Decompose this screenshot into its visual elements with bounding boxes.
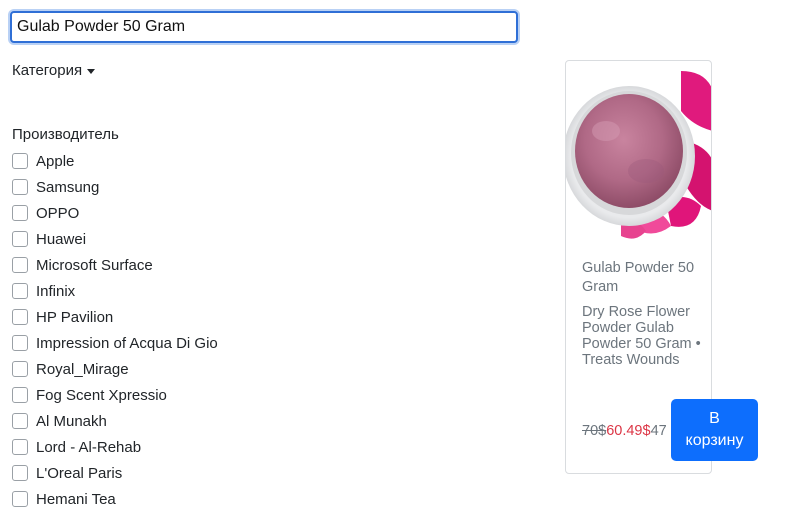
brand-filter-item[interactable]: Royal_Mirage [12,356,218,382]
brand-filter-item[interactable]: Samsung [12,174,218,200]
brand-label: Impression of Acqua Di Gio [36,334,218,352]
product-description: Dry Rose Flower Powder Gulab Powder 50 G… [582,304,701,368]
brand-label: Al Munakh [36,412,107,430]
brand-filter-list: Apple Samsung OPPO Huawei Microsoft Surf… [12,148,218,512]
category-label: Категория [12,62,83,79]
checkbox[interactable] [12,179,28,195]
old-price: 70$ [582,423,607,439]
checkbox[interactable] [12,387,28,403]
brand-label: Infinix [36,282,76,300]
brand-filter-item[interactable]: Fog Scent Xpressio [12,382,218,408]
brand-label: Apple [36,152,75,170]
brand-label: HP Pavilion [36,308,114,326]
manufacturer-heading: Производитель [12,126,119,143]
checkbox[interactable] [12,413,28,429]
brand-label: Microsoft Surface [36,256,153,274]
checkbox[interactable] [12,231,28,247]
brand-filter-item[interactable]: HP Pavilion [12,304,218,330]
brand-filter-item[interactable]: Lord - Al-Rehab [12,434,218,460]
brand-filter-item[interactable]: Infinix [12,278,218,304]
brand-label: Lord - Al-Rehab [36,438,142,456]
brand-filter-item[interactable]: Hemani Tea [12,486,218,512]
checkbox[interactable] [12,283,28,299]
checkbox[interactable] [12,257,28,273]
checkbox[interactable] [12,335,28,351]
brand-filter-item[interactable]: Microsoft Surface [12,252,218,278]
brand-label: Hemani Tea [36,490,116,508]
checkbox[interactable] [12,361,28,377]
checkbox[interactable] [12,205,28,221]
category-dropdown[interactable]: Категория [12,62,96,79]
brand-filter-item[interactable]: L'Oreal Paris [12,460,218,486]
brand-filter-item[interactable]: Huawei [12,226,218,252]
product-image[interactable] [566,61,712,251]
checkbox[interactable] [12,309,28,325]
brand-label: Samsung [36,178,100,196]
brand-label: L'Oreal Paris [36,464,123,482]
extra-price: 47 [650,423,667,439]
brand-filter-item[interactable]: OPPO [12,200,218,226]
checkbox[interactable] [12,439,28,455]
search-input[interactable] [10,11,518,43]
brand-label: Fog Scent Xpressio [36,386,167,404]
caret-down-icon [87,68,96,74]
checkbox[interactable] [12,491,28,507]
brand-label: OPPO [36,204,80,222]
brand-label: Huawei [36,230,87,248]
product-title[interactable]: Gulab Powder 50 Gram [582,259,704,297]
brand-label: Royal_Mirage [36,360,129,378]
checkbox[interactable] [12,153,28,169]
brand-filter-item[interactable]: Al Munakh [12,408,218,434]
add-to-cart-button[interactable]: В корзину [671,399,758,461]
checkbox[interactable] [12,465,28,481]
brand-filter-item[interactable]: Impression of Acqua Di Gio [12,330,218,356]
sale-price: 60.49$ [606,423,651,439]
brand-filter-item[interactable]: Apple [12,148,218,174]
